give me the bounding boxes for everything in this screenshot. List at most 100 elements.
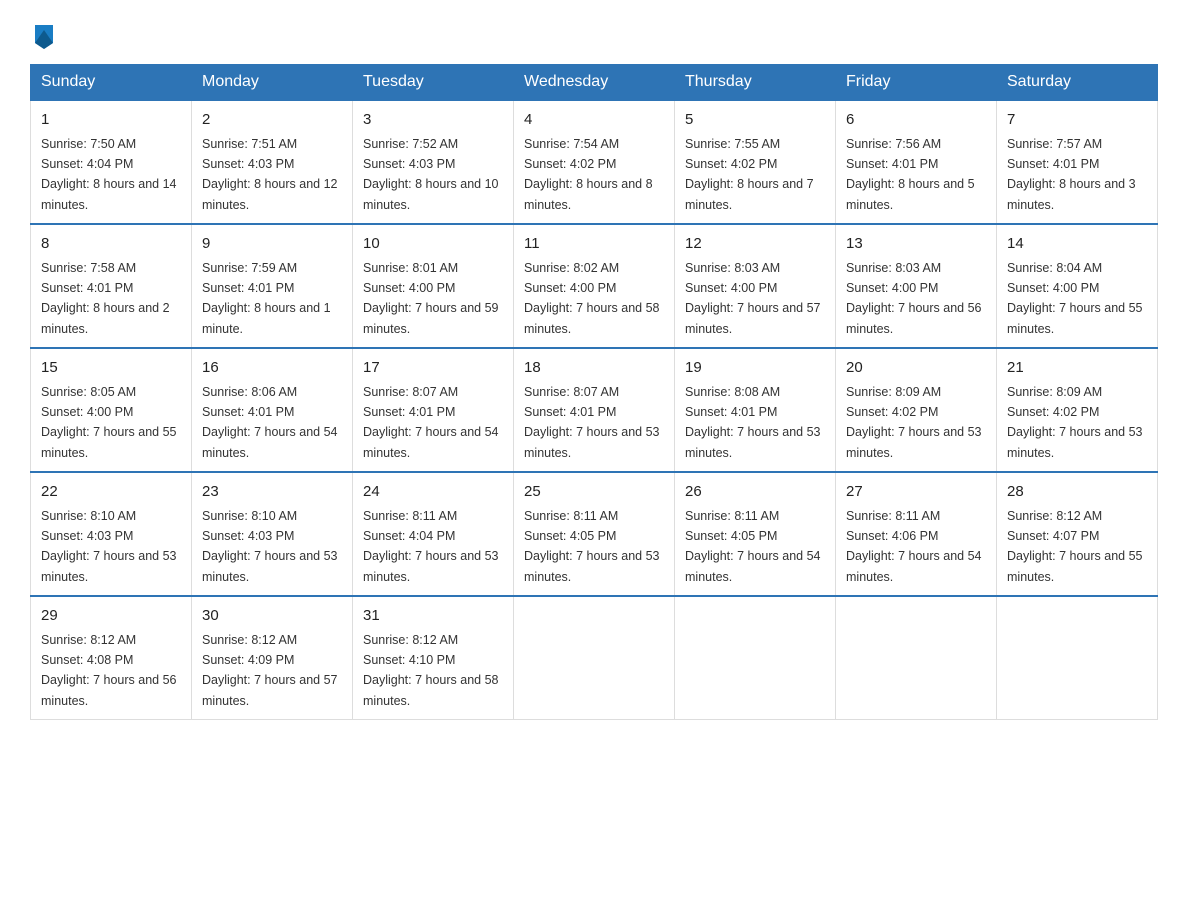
calendar-day-cell: 15 Sunrise: 8:05 AMSunset: 4:00 PMDayligh… <box>31 348 192 472</box>
calendar-day-header: Thursday <box>675 65 836 101</box>
day-info: Sunrise: 8:06 AMSunset: 4:01 PMDaylight:… <box>202 385 338 460</box>
day-number: 22 <box>41 481 181 504</box>
day-number: 27 <box>846 481 986 504</box>
calendar-day-cell: 23 Sunrise: 8:10 AMSunset: 4:03 PMDayligh… <box>192 472 353 596</box>
day-number: 15 <box>41 357 181 380</box>
day-number: 12 <box>685 233 825 256</box>
calendar-day-cell: 13Sunrise: 8:03 AMSunset: 4:00 PMDayligh… <box>836 224 997 348</box>
calendar-day-header: Saturday <box>997 65 1158 101</box>
calendar-day-cell: 26 Sunrise: 8:11 AMSunset: 4:05 PMDayligh… <box>675 472 836 596</box>
day-number: 7 <box>1007 109 1147 132</box>
day-info: Sunrise: 8:11 AMSunset: 4:06 PMDaylight:… <box>846 509 982 584</box>
day-number: 17 <box>363 357 503 380</box>
day-number: 6 <box>846 109 986 132</box>
day-number: 24 <box>363 481 503 504</box>
day-info: Sunrise: 7:51 AMSunset: 4:03 PMDaylight:… <box>202 137 338 212</box>
day-info: Sunrise: 8:09 AMSunset: 4:02 PMDaylight:… <box>1007 385 1143 460</box>
calendar-day-cell: 11 Sunrise: 8:02 AMSunset: 4:00 PMDayligh… <box>514 224 675 348</box>
day-info: Sunrise: 8:05 AMSunset: 4:00 PMDaylight:… <box>41 385 177 460</box>
day-info: Sunrise: 8:12 AMSunset: 4:08 PMDaylight:… <box>41 633 177 708</box>
calendar-day-cell: 27 Sunrise: 8:11 AMSunset: 4:06 PMDayligh… <box>836 472 997 596</box>
day-number: 30 <box>202 605 342 628</box>
day-number: 18 <box>524 357 664 380</box>
day-number: 31 <box>363 605 503 628</box>
day-info: Sunrise: 8:04 AMSunset: 4:00 PMDaylight:… <box>1007 261 1143 336</box>
calendar-day-cell <box>836 596 997 720</box>
calendar-day-cell: 30 Sunrise: 8:12 AMSunset: 4:09 PMDayligh… <box>192 596 353 720</box>
day-info: Sunrise: 8:12 AMSunset: 4:10 PMDaylight:… <box>363 633 499 708</box>
day-number: 29 <box>41 605 181 628</box>
day-info: Sunrise: 8:08 AMSunset: 4:01 PMDaylight:… <box>685 385 821 460</box>
day-info: Sunrise: 7:58 AMSunset: 4:01 PMDaylight:… <box>41 261 170 336</box>
day-info: Sunrise: 8:10 AMSunset: 4:03 PMDaylight:… <box>202 509 338 584</box>
day-number: 26 <box>685 481 825 504</box>
day-info: Sunrise: 8:02 AMSunset: 4:00 PMDaylight:… <box>524 261 660 336</box>
day-number: 25 <box>524 481 664 504</box>
day-info: Sunrise: 8:11 AMSunset: 4:05 PMDaylight:… <box>524 509 660 584</box>
calendar-week-row: 29 Sunrise: 8:12 AMSunset: 4:08 PMDayligh… <box>31 596 1158 720</box>
day-number: 14 <box>1007 233 1147 256</box>
day-info: Sunrise: 7:54 AMSunset: 4:02 PMDaylight:… <box>524 137 653 212</box>
calendar-day-cell: 22 Sunrise: 8:10 AMSunset: 4:03 PMDayligh… <box>31 472 192 596</box>
calendar-week-row: 8 Sunrise: 7:58 AMSunset: 4:01 PMDaylight… <box>31 224 1158 348</box>
day-number: 21 <box>1007 357 1147 380</box>
calendar-day-cell: 28Sunrise: 8:12 AMSunset: 4:07 PMDayligh… <box>997 472 1158 596</box>
day-info: Sunrise: 7:59 AMSunset: 4:01 PMDaylight:… <box>202 261 331 336</box>
calendar-week-row: 22 Sunrise: 8:10 AMSunset: 4:03 PMDayligh… <box>31 472 1158 596</box>
calendar-day-header: Friday <box>836 65 997 101</box>
day-number: 19 <box>685 357 825 380</box>
day-info: Sunrise: 8:11 AMSunset: 4:05 PMDaylight:… <box>685 509 821 584</box>
calendar-day-cell: 4 Sunrise: 7:54 AMSunset: 4:02 PMDaylight… <box>514 100 675 224</box>
day-number: 3 <box>363 109 503 132</box>
day-number: 1 <box>41 109 181 132</box>
calendar-day-cell: 16 Sunrise: 8:06 AMSunset: 4:01 PMDayligh… <box>192 348 353 472</box>
calendar-day-cell: 3 Sunrise: 7:52 AMSunset: 4:03 PMDaylight… <box>353 100 514 224</box>
day-number: 13 <box>846 233 986 256</box>
day-number: 11 <box>524 233 664 256</box>
calendar-day-cell: 9Sunrise: 7:59 AMSunset: 4:01 PMDaylight… <box>192 224 353 348</box>
calendar-day-cell: 5 Sunrise: 7:55 AMSunset: 4:02 PMDaylight… <box>675 100 836 224</box>
day-info: Sunrise: 8:07 AMSunset: 4:01 PMDaylight:… <box>363 385 499 460</box>
calendar-day-cell: 18Sunrise: 8:07 AMSunset: 4:01 PMDayligh… <box>514 348 675 472</box>
calendar-day-cell: 24 Sunrise: 8:11 AMSunset: 4:04 PMDayligh… <box>353 472 514 596</box>
day-number: 5 <box>685 109 825 132</box>
calendar-day-cell <box>514 596 675 720</box>
calendar-day-cell: 7 Sunrise: 7:57 AMSunset: 4:01 PMDaylight… <box>997 100 1158 224</box>
calendar-day-header: Sunday <box>31 65 192 101</box>
day-info: Sunrise: 8:10 AMSunset: 4:03 PMDaylight:… <box>41 509 177 584</box>
calendar-day-header: Wednesday <box>514 65 675 101</box>
page-header <box>30 20 1158 54</box>
day-info: Sunrise: 8:01 AMSunset: 4:00 PMDaylight:… <box>363 261 499 336</box>
day-info: Sunrise: 7:52 AMSunset: 4:03 PMDaylight:… <box>363 137 499 212</box>
calendar-week-row: 15 Sunrise: 8:05 AMSunset: 4:00 PMDayligh… <box>31 348 1158 472</box>
day-info: Sunrise: 8:12 AMSunset: 4:09 PMDaylight:… <box>202 633 338 708</box>
calendar-day-cell: 21 Sunrise: 8:09 AMSunset: 4:02 PMDayligh… <box>997 348 1158 472</box>
day-number: 10 <box>363 233 503 256</box>
calendar-day-cell: 14 Sunrise: 8:04 AMSunset: 4:00 PMDayligh… <box>997 224 1158 348</box>
calendar-table: SundayMondayTuesdayWednesdayThursdayFrid… <box>30 64 1158 720</box>
day-info: Sunrise: 8:03 AMSunset: 4:00 PMDaylight:… <box>685 261 821 336</box>
day-number: 23 <box>202 481 342 504</box>
calendar-day-cell: 12 Sunrise: 8:03 AMSunset: 4:00 PMDayligh… <box>675 224 836 348</box>
day-number: 16 <box>202 357 342 380</box>
calendar-day-cell: 19 Sunrise: 8:08 AMSunset: 4:01 PMDayligh… <box>675 348 836 472</box>
logo <box>30 20 55 54</box>
calendar-day-cell <box>675 596 836 720</box>
day-info: Sunrise: 7:55 AMSunset: 4:02 PMDaylight:… <box>685 137 814 212</box>
calendar-day-cell: 25 Sunrise: 8:11 AMSunset: 4:05 PMDayligh… <box>514 472 675 596</box>
calendar-week-row: 1 Sunrise: 7:50 AMSunset: 4:04 PMDaylight… <box>31 100 1158 224</box>
calendar-day-header: Tuesday <box>353 65 514 101</box>
day-info: Sunrise: 7:57 AMSunset: 4:01 PMDaylight:… <box>1007 137 1136 212</box>
day-info: Sunrise: 8:12 AMSunset: 4:07 PMDaylight:… <box>1007 509 1143 584</box>
day-number: 20 <box>846 357 986 380</box>
calendar-day-cell: 2Sunrise: 7:51 AMSunset: 4:03 PMDaylight… <box>192 100 353 224</box>
day-info: Sunrise: 8:11 AMSunset: 4:04 PMDaylight:… <box>363 509 499 584</box>
calendar-day-cell: 17 Sunrise: 8:07 AMSunset: 4:01 PMDayligh… <box>353 348 514 472</box>
day-number: 8 <box>41 233 181 256</box>
day-number: 4 <box>524 109 664 132</box>
day-info: Sunrise: 7:50 AMSunset: 4:04 PMDaylight:… <box>41 137 177 212</box>
calendar-day-cell: 6Sunrise: 7:56 AMSunset: 4:01 PMDaylight… <box>836 100 997 224</box>
calendar-day-cell: 31 Sunrise: 8:12 AMSunset: 4:10 PMDayligh… <box>353 596 514 720</box>
logo-arrow-icon <box>33 25 55 54</box>
calendar-day-cell: 8 Sunrise: 7:58 AMSunset: 4:01 PMDaylight… <box>31 224 192 348</box>
